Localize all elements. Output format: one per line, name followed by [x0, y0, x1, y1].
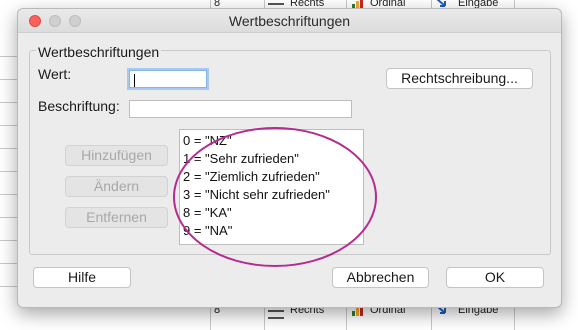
- list-item[interactable]: 9 = "NA": [183, 223, 232, 238]
- ok-button[interactable]: OK: [446, 267, 544, 288]
- list-item[interactable]: 1 = "Sehr zufrieden": [183, 151, 299, 166]
- list-item[interactable]: 0 = "NZ": [183, 133, 232, 148]
- value-labels-list[interactable]: 0 = "NZ" 1 = "Sehr zufrieden" 2 = "Zieml…: [179, 129, 364, 245]
- change-button[interactable]: Ändern: [65, 176, 168, 197]
- dialog-title: Wertbeschriftungen: [228, 13, 351, 29]
- group-legend: Wertbeschriftungen: [36, 44, 162, 60]
- spelling-button[interactable]: Rechtschreibung...: [386, 68, 533, 89]
- list-item[interactable]: 8 = "KA": [183, 205, 232, 220]
- input-arrow-icon: [436, 0, 446, 7]
- label-input[interactable]: [129, 100, 352, 118]
- list-item[interactable]: 2 = "Ziemlich zufrieden": [183, 169, 320, 184]
- value-input[interactable]: [129, 70, 207, 88]
- cancel-button[interactable]: Abbrechen: [332, 267, 429, 288]
- remove-button[interactable]: Entfernen: [65, 207, 168, 228]
- text-caret: [134, 74, 135, 87]
- add-button[interactable]: Hinzufügen: [65, 145, 168, 166]
- title-bar[interactable]: Wertbeschriftungen: [18, 9, 561, 33]
- value-label: Wert:: [38, 66, 72, 82]
- help-button[interactable]: Hilfe: [33, 267, 131, 288]
- list-item[interactable]: 3 = "Nicht sehr zufrieden": [183, 187, 330, 202]
- value-labels-dialog: Wertbeschriftungen Wertbeschriftungen We…: [17, 8, 562, 308]
- label-label: Beschriftung:: [38, 98, 120, 114]
